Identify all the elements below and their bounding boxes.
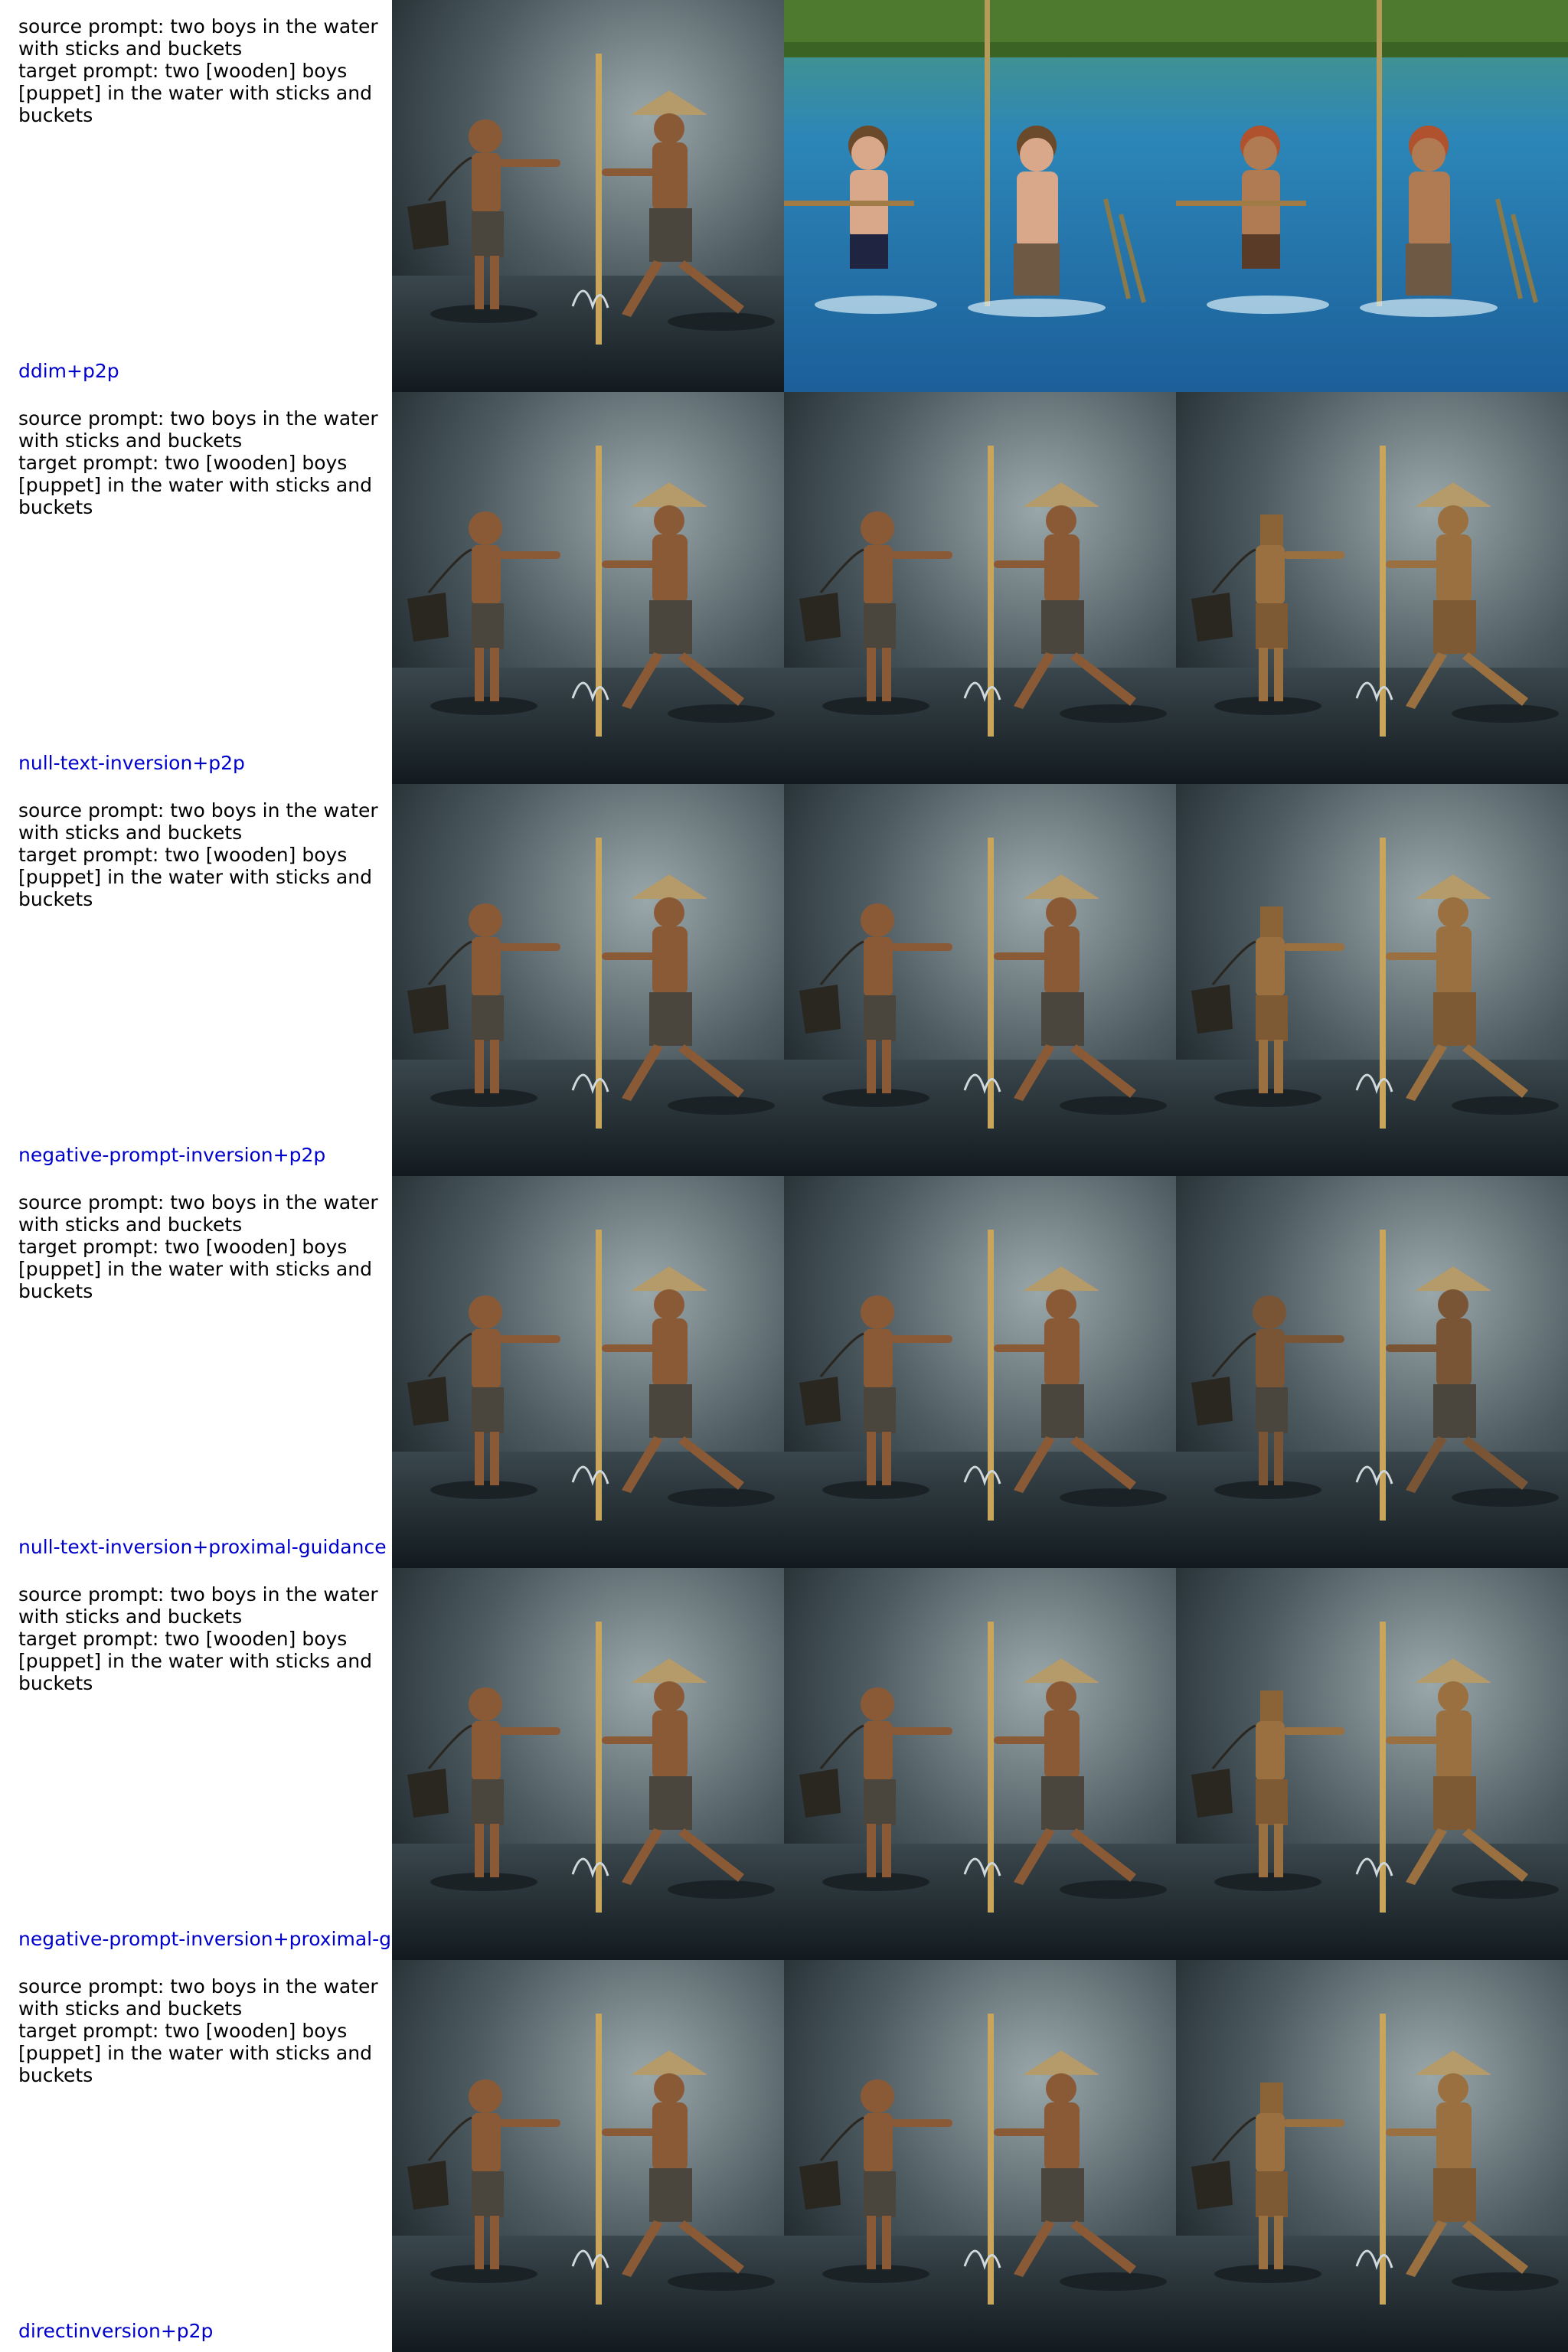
comparison-row: source prompt: two boys in the water wit… (0, 1568, 1568, 1960)
method-label: null-text-inversion+p2p (18, 752, 245, 774)
scene-image (784, 1960, 1176, 2352)
scene-image (392, 1568, 784, 1960)
reconstruction-image (784, 392, 1176, 784)
prompt-text: source prompt: two boys in the water wit… (18, 1583, 386, 1694)
prompt-label-panel: source prompt: two boys in the water wit… (0, 0, 392, 392)
source-image (392, 1960, 784, 2352)
comparison-row: source prompt: two boys in the water wit… (0, 0, 1568, 392)
prompt-text: source prompt: two boys in the water wit… (18, 799, 386, 910)
scene-image (1176, 1960, 1568, 2352)
prompt-label-panel: source prompt: two boys in the water wit… (0, 392, 392, 784)
method-label: null-text-inversion+proximal-guidance (18, 1536, 387, 1558)
scene-image (392, 0, 784, 392)
reconstruction-image (784, 1960, 1176, 2352)
method-label: ddim+p2p (18, 360, 119, 382)
scene-image (392, 392, 784, 784)
scene-image (784, 0, 1176, 392)
target-prompt: target prompt: two [wooden] boys [puppet… (18, 452, 372, 518)
scene-image (1176, 392, 1568, 784)
prompt-label-panel: source prompt: two boys in the water wit… (0, 1568, 392, 1960)
scene-image (784, 1176, 1176, 1568)
scene-image (784, 1568, 1176, 1960)
source-image (392, 1568, 784, 1960)
source-image (392, 784, 784, 1176)
method-label: directinversion+p2p (18, 2320, 214, 2342)
source-prompt: source prompt: two boys in the water wit… (18, 407, 378, 452)
source-prompt: source prompt: two boys in the water wit… (18, 15, 378, 60)
prompt-text: source prompt: two boys in the water wit… (18, 407, 386, 518)
source-image (392, 392, 784, 784)
source-prompt: source prompt: two boys in the water wit… (18, 1191, 378, 1236)
reconstruction-image (784, 784, 1176, 1176)
reconstruction-image (784, 1568, 1176, 1960)
scene-image (1176, 0, 1568, 392)
scene-image (784, 784, 1176, 1176)
prompt-label-panel: source prompt: two boys in the water wit… (0, 1960, 392, 2352)
target-prompt: target prompt: two [wooden] boys [puppet… (18, 844, 372, 910)
target-prompt: target prompt: two [wooden] boys [puppet… (18, 1236, 372, 1302)
comparison-row: source prompt: two boys in the water wit… (0, 1176, 1568, 1568)
source-image (392, 0, 784, 392)
scene-image (1176, 784, 1568, 1176)
source-prompt: source prompt: two boys in the water wit… (18, 1975, 378, 2020)
edited-image (1176, 1176, 1568, 1568)
prompt-label-panel: source prompt: two boys in the water wit… (0, 784, 392, 1176)
edited-image (1176, 1568, 1568, 1960)
target-prompt: target prompt: two [wooden] boys [puppet… (18, 60, 372, 126)
method-label: negative-prompt-inversion+proximal-g (18, 1928, 391, 1950)
comparison-row: source prompt: two boys in the water wit… (0, 1960, 1568, 2352)
prompt-text: source prompt: two boys in the water wit… (18, 1975, 386, 2086)
scene-image (392, 1176, 784, 1568)
edited-image (1176, 392, 1568, 784)
scene-image (1176, 1176, 1568, 1568)
source-prompt: source prompt: two boys in the water wit… (18, 799, 378, 844)
prompt-label-panel: source prompt: two boys in the water wit… (0, 1176, 392, 1568)
edited-image (1176, 0, 1568, 392)
reconstruction-image (784, 0, 1176, 392)
source-image (392, 1176, 784, 1568)
edited-image (1176, 784, 1568, 1176)
source-prompt: source prompt: two boys in the water wit… (18, 1583, 378, 1628)
scene-image (392, 784, 784, 1176)
comparison-row: source prompt: two boys in the water wit… (0, 392, 1568, 784)
scene-image (784, 392, 1176, 784)
prompt-text: source prompt: two boys in the water wit… (18, 15, 386, 126)
edited-image (1176, 1960, 1568, 2352)
reconstruction-image (784, 1176, 1176, 1568)
scene-image (392, 1960, 784, 2352)
target-prompt: target prompt: two [wooden] boys [puppet… (18, 2020, 372, 2086)
prompt-text: source prompt: two boys in the water wit… (18, 1191, 386, 1302)
comparison-row: source prompt: two boys in the water wit… (0, 784, 1568, 1176)
method-label: negative-prompt-inversion+p2p (18, 1144, 326, 1166)
scene-image (1176, 1568, 1568, 1960)
target-prompt: target prompt: two [wooden] boys [puppet… (18, 1628, 372, 1694)
